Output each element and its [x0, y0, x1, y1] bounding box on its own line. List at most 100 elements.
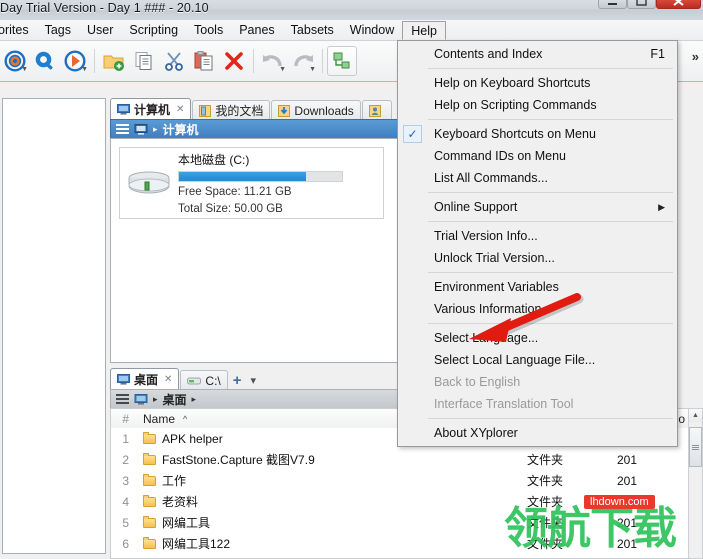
menu-scripting[interactable]: Scripting — [121, 21, 186, 39]
menu-item-environment-variables[interactable]: Environment Variables — [398, 276, 677, 298]
menu-item-unlock-trial-version[interactable]: Unlock Trial Version... — [398, 247, 677, 269]
table-row[interactable]: 3 工作 文件夹 201 — [111, 470, 703, 491]
copy-icon[interactable] — [129, 44, 159, 78]
top-pane-breadcrumb[interactable]: ▸ 计算机 — [110, 119, 403, 139]
menu-tags[interactable]: Tags — [37, 21, 79, 39]
table-row[interactable]: 2 FastStone.Capture 截图V7.9 文件夹 201 — [111, 449, 703, 470]
tab-label: 桌面 — [134, 373, 159, 387]
tab-computer[interactable]: 计算机 ✕ — [110, 98, 192, 120]
row-name-text: 老资料 — [162, 495, 199, 509]
row-name[interactable]: FastStone.Capture 截图V7.9 — [137, 451, 527, 468]
watermark-badge: lhdown.com — [584, 495, 655, 509]
menu-tabsets[interactable]: Tabsets — [283, 21, 342, 39]
toolbar-separator — [322, 49, 323, 73]
toolbar-separator — [253, 49, 254, 73]
bottom-pane-breadcrumb[interactable]: ▸ 桌面 ▸ — [110, 389, 403, 409]
menu-item-contents-and-index[interactable]: Contents and Index F1 — [398, 43, 677, 65]
chevron-down-icon[interactable]: ▼ — [279, 66, 286, 73]
row-name-text: FastStone.Capture 截图V7.9 — [162, 453, 315, 467]
menu-help[interactable]: Help — [402, 21, 446, 40]
menu-item-help-on-keyboard-shortcuts[interactable]: Help on Keyboard Shortcuts — [398, 72, 677, 94]
title-bar: Day Trial Version - Day 1 ### - 20.10 — [0, 0, 703, 21]
chevron-down-icon[interactable]: ▼ — [81, 66, 88, 73]
menu-item-select-local-language-file[interactable]: Select Local Language File... — [398, 349, 677, 371]
menu-window[interactable]: Window — [342, 21, 402, 39]
menu-item-online-support[interactable]: Online Support ▶ — [398, 196, 677, 218]
file-list-scrollbar[interactable]: ▲ — [688, 408, 703, 559]
menu-item-help-on-scripting-commands[interactable]: Help on Scripting Commands — [398, 94, 677, 116]
tab-my-documents[interactable]: 我的文档 — [192, 100, 271, 120]
menu-user[interactable]: User — [79, 21, 121, 39]
menu-item-list-all-commands[interactable]: List All Commands... — [398, 167, 677, 189]
menu-item-select-language[interactable]: Select Language... — [398, 327, 677, 349]
menu-panes[interactable]: Panes — [231, 21, 282, 39]
menu-item-various-information[interactable]: Various Information — [398, 298, 677, 320]
breadcrumb-path[interactable]: 计算机 — [163, 121, 199, 138]
scroll-up-icon[interactable]: ▲ — [689, 409, 702, 422]
computer-icon — [117, 104, 130, 115]
tab-c-drive[interactable]: C:\ — [180, 370, 228, 390]
menu-favorites[interactable]: orites — [0, 21, 37, 39]
row-name[interactable]: 网编工具122 — [137, 535, 527, 552]
close-icon[interactable]: ✕ — [164, 374, 172, 385]
menu-item-about-xyplorer[interactable]: About XYplorer — [398, 422, 677, 444]
tab-downloads[interactable]: Downloads — [271, 100, 361, 120]
menu-item-label: Select Local Language File... — [434, 353, 596, 367]
column-header-num[interactable]: # — [111, 412, 137, 426]
undo-icon[interactable]: ▼ — [258, 44, 288, 78]
close-icon[interactable]: ✕ — [176, 104, 184, 115]
tab-contacts[interactable] — [361, 100, 392, 120]
go-icon[interactable]: ▼ — [60, 44, 90, 78]
menu-item-trial-version-info[interactable]: Trial Version Info... — [398, 225, 677, 247]
desktop-icon — [134, 393, 148, 405]
column-header-name[interactable]: Name — [137, 412, 175, 426]
row-name-text: 网编工具 — [162, 516, 211, 530]
chevron-down-icon[interactable]: ▼ — [309, 66, 316, 73]
tree-pane[interactable] — [2, 98, 106, 554]
scrollbar-thumb[interactable] — [689, 427, 702, 467]
redo-icon[interactable]: ▼ — [288, 44, 318, 78]
menu-item-keyboard-shortcuts-on-menu[interactable]: ✓ Keyboard Shortcuts on Menu — [398, 123, 677, 145]
contacts-icon — [368, 104, 381, 117]
row-name[interactable]: 老资料 — [137, 493, 527, 510]
tab-label: 计算机 — [134, 103, 171, 117]
menu-item-label: List All Commands... — [434, 171, 548, 185]
tree-icon[interactable] — [327, 46, 357, 76]
drive-free-space: Free Space: 11.21 GB — [178, 185, 292, 198]
menu-tools[interactable]: Tools — [186, 21, 231, 39]
chevron-down-icon[interactable]: ▼ — [21, 66, 28, 73]
cut-icon[interactable] — [159, 44, 189, 78]
row-number: 1 — [122, 431, 129, 446]
menu-item-label: Back to English — [434, 375, 521, 389]
window-controls — [598, 0, 701, 9]
minimize-button[interactable] — [598, 0, 627, 9]
menu-hamburger-icon[interactable] — [116, 124, 129, 134]
menu-hamburger-icon[interactable] — [116, 394, 129, 404]
delete-icon[interactable] — [219, 44, 249, 78]
tab-desktop[interactable]: 桌面 ✕ — [110, 368, 180, 390]
drive-total-size: Total Size: 50.00 GB — [178, 202, 283, 215]
paste-icon[interactable] — [189, 44, 219, 78]
row-number: 4 — [122, 494, 129, 509]
breadcrumb-path[interactable]: 桌面 — [163, 391, 187, 408]
maximize-button[interactable] — [627, 0, 656, 9]
add-tab-button[interactable]: + — [229, 370, 246, 390]
close-button[interactable] — [656, 0, 701, 9]
row-name-text: APK helper — [162, 431, 223, 446]
folder-icon — [143, 537, 156, 549]
drive-icon — [187, 377, 202, 384]
row-name[interactable]: 工作 — [137, 472, 527, 489]
window-title: Day Trial Version - Day 1 ### - 20.10 — [0, 1, 209, 15]
target-icon[interactable]: ▼ — [0, 44, 30, 78]
row-name[interactable]: 网编工具 — [137, 514, 527, 531]
menu-item-label: Trial Version Info... — [434, 229, 538, 243]
toolbar-overflow-button[interactable]: » — [692, 49, 699, 64]
row-number: 5 — [122, 515, 129, 530]
tab-list-dropdown-button[interactable]: ▾ — [247, 370, 261, 390]
drive-item-c[interactable]: 本地磁盘 (C:) Free Space: 11.21 GB Total Siz… — [119, 147, 384, 219]
menu-item-command-ids-on-menu[interactable]: Command IDs on Menu — [398, 145, 677, 167]
search-icon[interactable] — [30, 44, 60, 78]
menu-item-label: Contents and Index — [434, 47, 543, 61]
new-folder-icon[interactable] — [99, 44, 129, 78]
menu-separator — [428, 119, 673, 120]
